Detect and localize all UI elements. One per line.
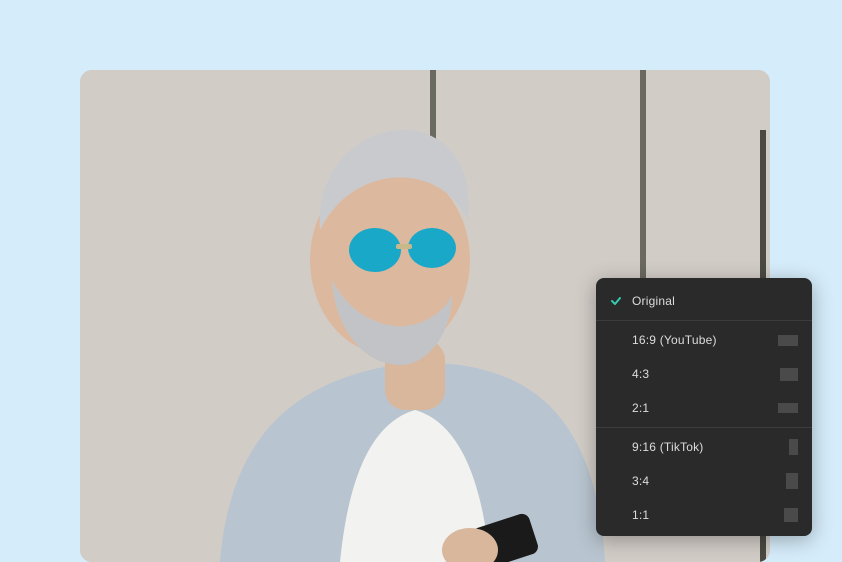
aspect-ratio-swatch-icon [789, 439, 798, 455]
aspect-ratio-option[interactable]: 2:1 [596, 391, 812, 425]
aspect-ratio-option[interactable]: Original [596, 284, 812, 318]
aspect-ratio-option[interactable]: 9:16 (TikTok) [596, 430, 812, 464]
aspect-ratio-label: 9:16 (TikTok) [632, 440, 704, 454]
aspect-ratio-swatch-icon [778, 403, 798, 413]
aspect-ratio-label: Original [632, 294, 675, 308]
menu-divider [596, 427, 812, 428]
menu-divider [596, 320, 812, 321]
aspect-ratio-swatch-icon [780, 368, 798, 381]
aspect-ratio-option[interactable]: 3:4 [596, 464, 812, 498]
aspect-ratio-label: 2:1 [632, 401, 649, 415]
aspect-ratio-label: 16:9 (YouTube) [632, 333, 717, 347]
aspect-ratio-label: 1:1 [632, 508, 649, 522]
aspect-ratio-label: 3:4 [632, 474, 649, 488]
aspect-ratio-option[interactable]: 4:3 [596, 357, 812, 391]
aspect-ratio-menu[interactable]: Original 16:9 (YouTube) 4:3 2:1 9:16 (TikTok… [596, 278, 812, 536]
aspect-ratio-label: 4:3 [632, 367, 649, 381]
aspect-ratio-option[interactable]: 1:1 [596, 498, 812, 532]
aspect-ratio-option[interactable]: 16:9 (YouTube) [596, 323, 812, 357]
aspect-ratio-swatch-icon [786, 473, 798, 489]
aspect-ratio-swatch-icon [778, 335, 798, 346]
aspect-ratio-swatch-icon [784, 508, 798, 522]
check-icon [610, 295, 622, 307]
